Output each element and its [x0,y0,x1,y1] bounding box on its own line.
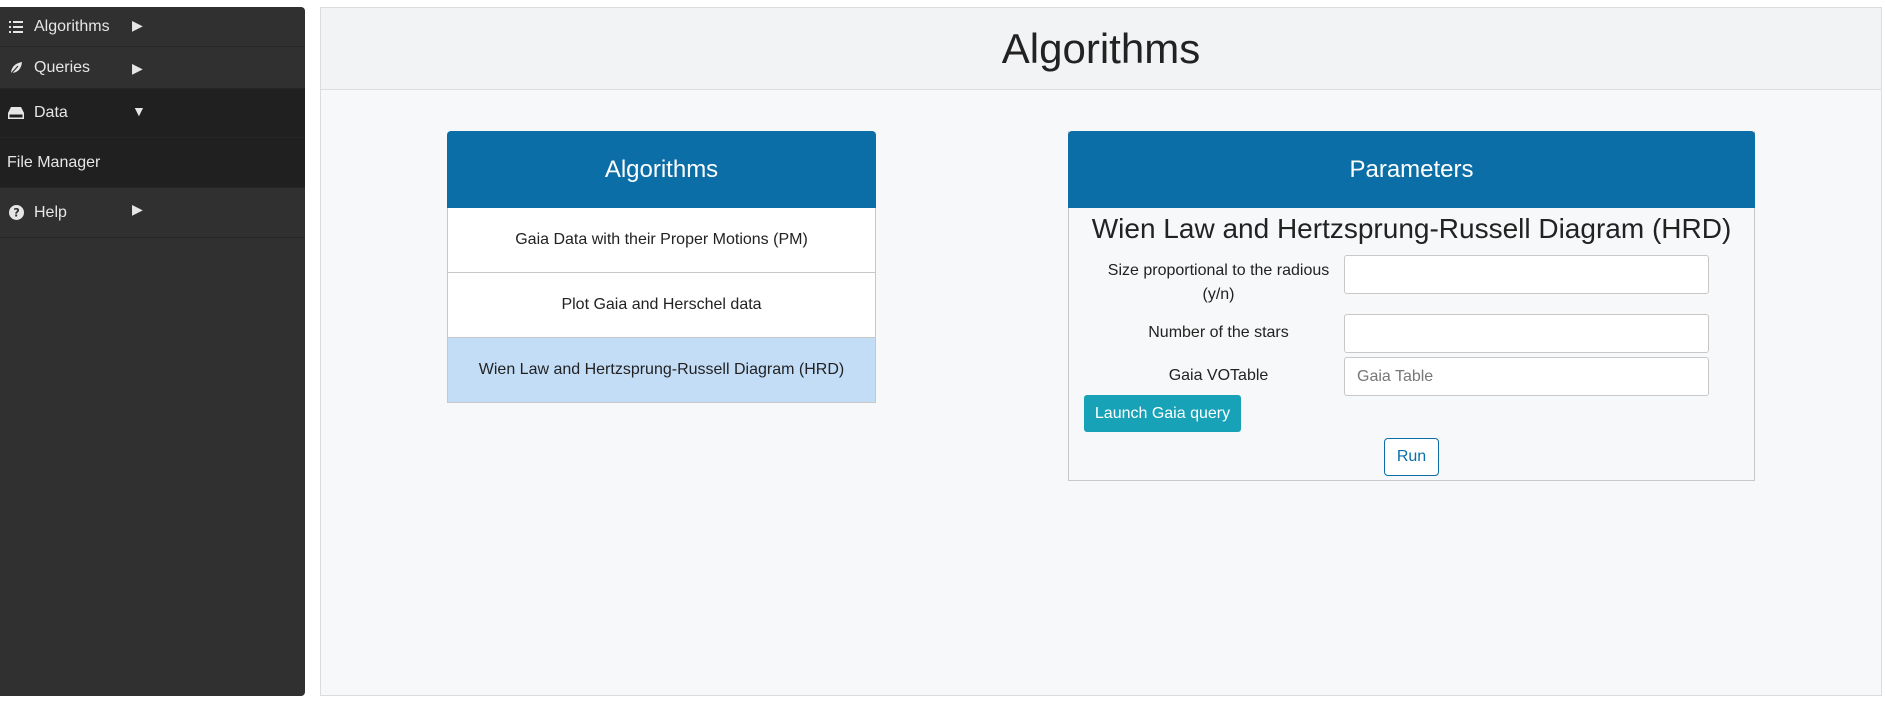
hdd-icon [8,105,24,121]
parameters-subtitle: Wien Law and Hertzsprung-Russell Diagram… [1091,213,1732,244]
sidebar-item-file-manager[interactable]: File Manager [0,138,305,188]
main-content: Algorithms Algorithms Gaia Data with the… [320,7,1882,696]
param-label: Number of the stars [1148,324,1289,341]
page-header: Algorithms [321,8,1881,90]
algorithm-item-selected[interactable]: Wien Law and Hertzsprung-Russell Diagram… [447,338,876,403]
run-button[interactable]: Run [1384,438,1439,476]
launch-gaia-query-button[interactable]: Launch Gaia query [1084,395,1241,432]
sidebar-item-help[interactable]: ? Help ▶ [0,188,305,238]
param-label: Size proportional to the radious (y/n) [1107,262,1330,303]
sidebar-item-label: Algorithms [34,17,110,35]
sidebar-item-label: Help [34,203,67,221]
chevron-down-icon: ▼ [132,103,146,119]
sidebar-item-queries[interactable]: Queries ▶ [0,47,305,89]
page-title: Algorithms [1001,24,1201,72]
leaf-icon [8,60,24,76]
size-radius-input[interactable] [1344,255,1709,294]
sidebar-item-label: Data [34,104,68,121]
algorithm-item[interactable]: Plot Gaia and Herschel data [447,273,876,338]
parameters-panel-title: Parameters [1068,131,1755,208]
question-circle-icon: ? [8,205,24,221]
algorithms-panel-title: Algorithms [447,131,876,208]
sidebar: Algorithms ▶ Queries ▶ Data ▼ File Manag… [0,7,305,696]
sidebar-item-data[interactable]: Data ▼ [0,89,305,138]
parameters-panel: Parameters Wien Law and Hertzsprung-Russ… [1068,131,1755,481]
algorithms-panel: Algorithms Gaia Data with their Proper M… [447,131,876,403]
chevron-right-icon: ▶ [132,17,143,33]
svg-text:?: ? [13,207,20,220]
sidebar-item-label: File Manager [7,153,101,171]
sidebar-item-label: Queries [34,58,91,76]
gaia-votable-input[interactable] [1344,357,1709,396]
chevron-right-icon: ▶ [132,201,143,217]
param-label: Gaia VOTable [1168,367,1269,384]
algorithm-item[interactable]: Gaia Data with their Proper Motions (PM) [447,208,876,273]
number-of-stars-input[interactable] [1344,314,1709,353]
list-icon [8,19,24,35]
chevron-right-icon: ▶ [132,60,143,76]
sidebar-item-algorithms[interactable]: Algorithms ▶ [0,7,305,47]
